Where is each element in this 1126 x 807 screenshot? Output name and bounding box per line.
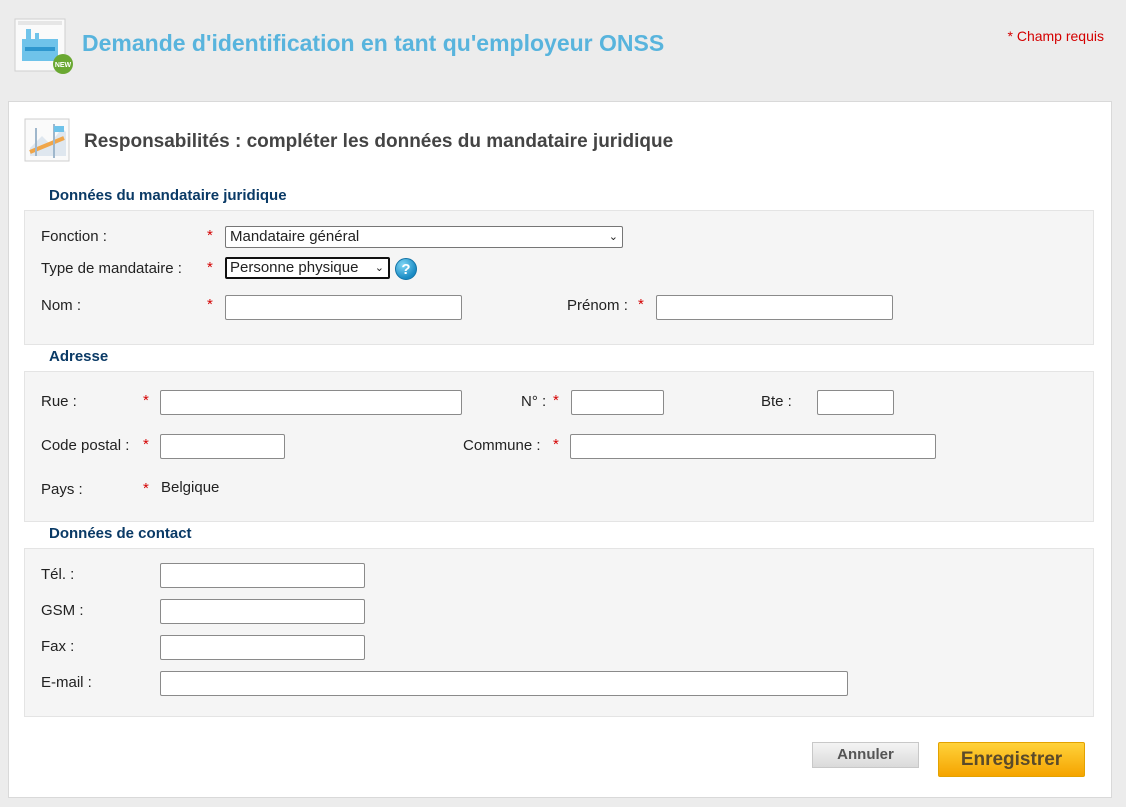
rue-input[interactable] bbox=[160, 390, 462, 415]
required-mark: * bbox=[207, 259, 213, 276]
pays-label: Pays : bbox=[41, 481, 83, 498]
pays-value: Belgique bbox=[161, 479, 220, 496]
required-mark: * bbox=[638, 296, 644, 313]
required-mark: * bbox=[553, 436, 559, 453]
new-badge: NEW bbox=[55, 62, 72, 69]
required-mark: * bbox=[207, 227, 213, 244]
commune-input[interactable] bbox=[570, 434, 936, 459]
help-icon[interactable]: ? bbox=[395, 258, 417, 280]
numero-label: N° : bbox=[521, 393, 547, 410]
section-title: Responsabilités : compléter les données … bbox=[84, 131, 674, 152]
type-mandataire-select-value: Personne physique bbox=[230, 259, 359, 276]
fonction-select[interactable]: Mandataire général ⌄ bbox=[225, 226, 623, 248]
map-document-icon bbox=[24, 118, 74, 164]
gsm-input[interactable] bbox=[160, 599, 365, 624]
prenom-label: Prénom : bbox=[567, 297, 628, 314]
required-mark: * bbox=[143, 436, 149, 453]
tel-label: Tél. : bbox=[41, 566, 75, 583]
code-postal-label: Code postal : bbox=[41, 437, 130, 454]
email-input[interactable] bbox=[160, 671, 848, 696]
nom-label: Nom : bbox=[41, 297, 82, 314]
chevron-down-icon: ⌄ bbox=[608, 231, 618, 243]
group-title-adresse: Adresse bbox=[49, 348, 109, 365]
group-title-mandataire: Données du mandataire juridique bbox=[49, 187, 287, 204]
cancel-button[interactable]: Annuler bbox=[812, 742, 919, 768]
type-mandataire-label: Type de mandataire : bbox=[41, 260, 182, 277]
email-label: E-mail : bbox=[41, 674, 92, 691]
commune-label: Commune : bbox=[463, 437, 541, 454]
required-field-note: * Champ requis bbox=[1007, 28, 1105, 44]
numero-input[interactable] bbox=[571, 390, 664, 415]
tel-input[interactable] bbox=[160, 563, 365, 588]
group-title-contact: Données de contact bbox=[49, 525, 192, 542]
bte-input[interactable] bbox=[817, 390, 894, 415]
fax-input[interactable] bbox=[160, 635, 365, 660]
required-mark: * bbox=[207, 296, 213, 313]
chevron-down-icon: ⌄ bbox=[374, 262, 384, 274]
rue-label: Rue : bbox=[41, 393, 77, 410]
type-mandataire-select[interactable]: Personne physique ⌄ bbox=[225, 257, 390, 279]
factory-new-icon: NEW bbox=[13, 17, 75, 75]
fonction-label: Fonction : bbox=[41, 228, 107, 245]
save-button[interactable]: Enregistrer bbox=[938, 742, 1085, 777]
required-mark: * bbox=[143, 392, 149, 409]
page-title: Demande d'identification en tant qu'empl… bbox=[82, 30, 665, 56]
gsm-label: GSM : bbox=[41, 602, 84, 619]
prenom-input[interactable] bbox=[656, 295, 893, 320]
required-mark: * bbox=[553, 392, 559, 409]
nom-input[interactable] bbox=[225, 295, 462, 320]
fonction-select-value: Mandataire général bbox=[230, 228, 360, 245]
required-mark: * bbox=[143, 480, 149, 497]
code-postal-input[interactable] bbox=[160, 434, 285, 459]
fax-label: Fax : bbox=[41, 638, 75, 655]
bte-label: Bte : bbox=[761, 393, 792, 410]
